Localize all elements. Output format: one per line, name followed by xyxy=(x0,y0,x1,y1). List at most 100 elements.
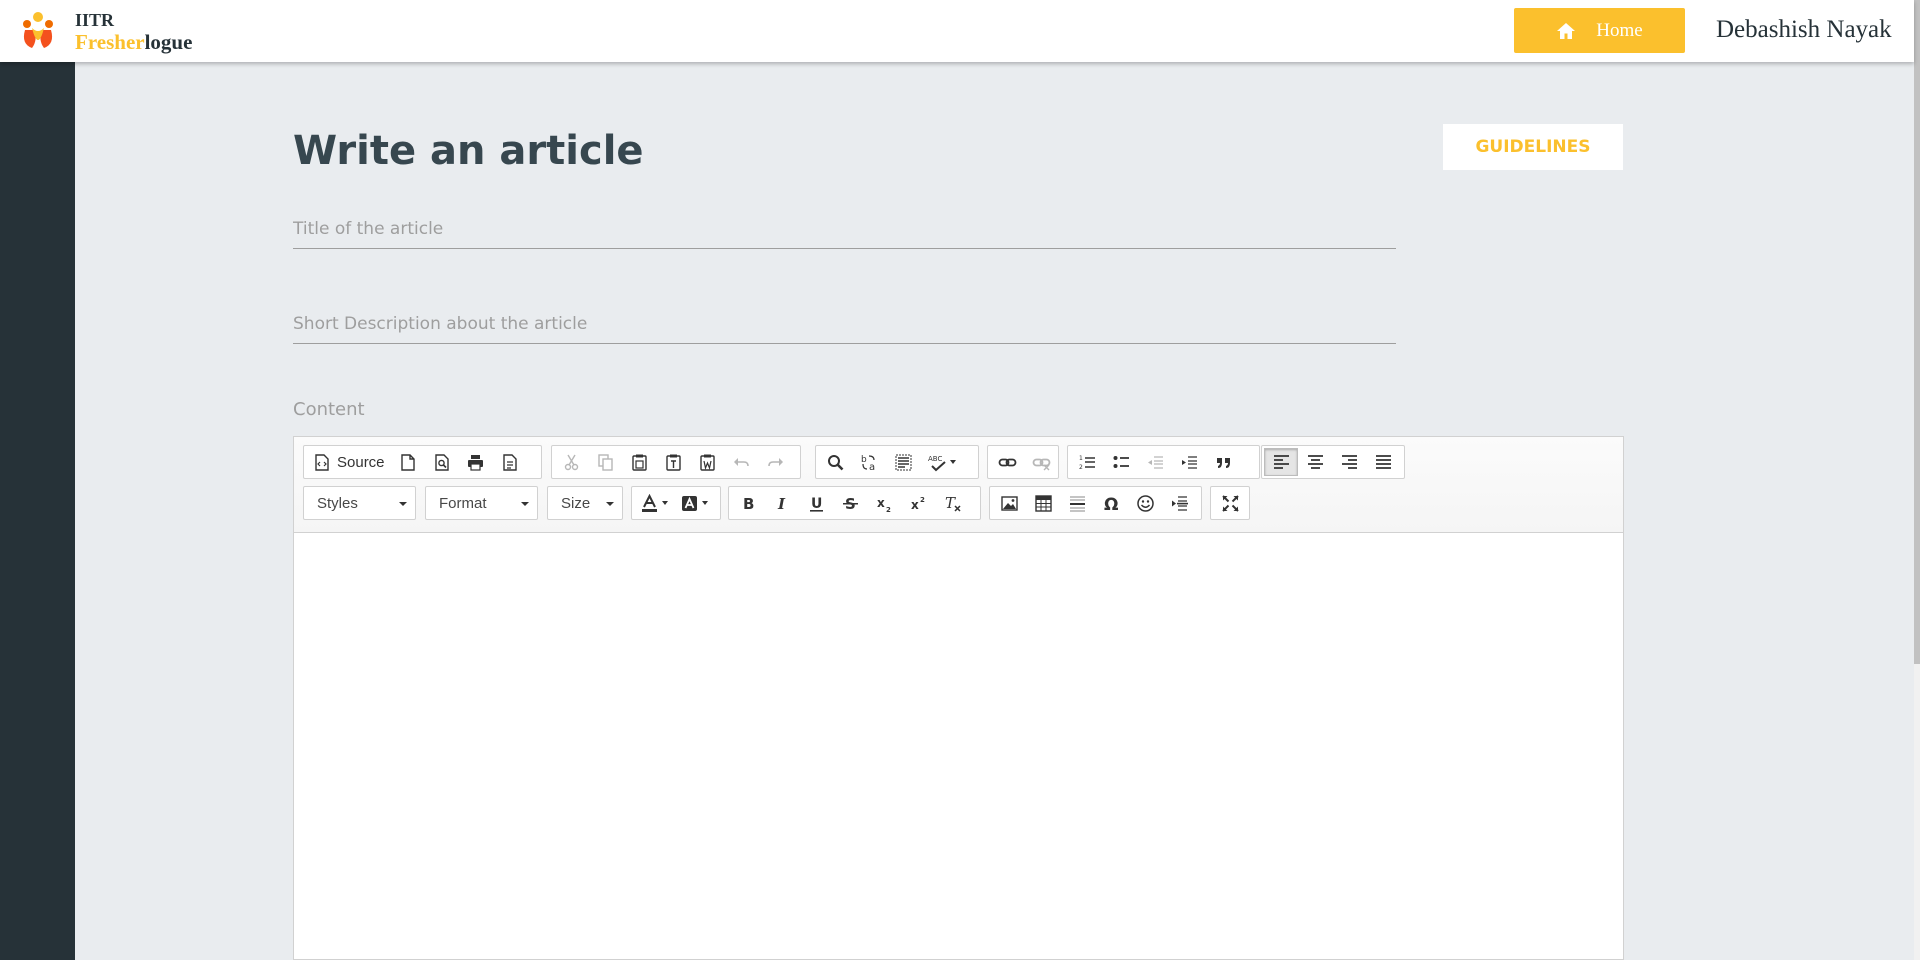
undo-icon xyxy=(733,457,749,466)
strikethrough-button[interactable]: S xyxy=(833,489,867,517)
chevron-down-icon xyxy=(606,502,614,506)
spellcheck-icon: ABC xyxy=(928,455,946,471)
paste-button[interactable] xyxy=(622,448,656,476)
outdent-button[interactable] xyxy=(1138,448,1172,476)
special-char-button[interactable]: Ω xyxy=(1094,489,1128,517)
editor-content-area[interactable] xyxy=(294,533,1623,959)
smiley-button[interactable] xyxy=(1128,489,1162,517)
copy-button[interactable] xyxy=(588,448,622,476)
rich-text-editor: Source ba ABC 12 Styles Format Size B I … xyxy=(293,436,1624,960)
svg-text:1: 1 xyxy=(1079,455,1083,462)
svg-text:b: b xyxy=(861,455,867,465)
redo-icon xyxy=(767,457,783,466)
justify-icon xyxy=(1375,454,1391,469)
paste-icon xyxy=(631,454,647,471)
link-icon xyxy=(998,458,1016,466)
undo-button[interactable] xyxy=(724,448,758,476)
alignment-group xyxy=(1261,445,1405,479)
horizontal-line-icon xyxy=(1069,496,1085,511)
colors-group xyxy=(631,486,721,520)
bold-button[interactable]: B xyxy=(731,489,765,517)
paste-text-button[interactable] xyxy=(656,448,690,476)
numbered-list-button[interactable]: 12 xyxy=(1070,448,1104,476)
clipboard-group xyxy=(551,445,801,479)
underline-icon: U xyxy=(809,496,823,512)
preview-button[interactable] xyxy=(425,448,459,476)
paste-text-icon xyxy=(665,454,681,471)
sidebar xyxy=(0,62,75,960)
align-right-button[interactable] xyxy=(1332,448,1366,476)
chevron-down-icon xyxy=(399,502,407,506)
print-button[interactable] xyxy=(459,448,493,476)
align-center-button[interactable] xyxy=(1298,448,1332,476)
page-scrollbar[interactable] xyxy=(1914,0,1920,960)
svg-text:B: B xyxy=(743,495,754,513)
copy-icon xyxy=(597,453,613,471)
italic-button[interactable]: I xyxy=(765,489,799,517)
align-left-icon xyxy=(1273,454,1289,469)
bold-icon: B xyxy=(743,495,754,513)
new-page-button[interactable] xyxy=(391,448,425,476)
text-color-button[interactable] xyxy=(634,489,674,517)
select-all-button[interactable] xyxy=(886,448,920,476)
link-button[interactable] xyxy=(990,448,1024,476)
bulleted-list-button[interactable] xyxy=(1104,448,1138,476)
guidelines-button[interactable]: GUIDELINES xyxy=(1443,124,1623,170)
select-all-icon xyxy=(895,454,911,470)
cut-button[interactable] xyxy=(554,448,588,476)
brand-name-line1: IITR xyxy=(75,10,115,30)
horizontal-line-button[interactable] xyxy=(1060,489,1094,517)
svg-text:2: 2 xyxy=(886,506,891,513)
justify-button[interactable] xyxy=(1366,448,1400,476)
scrollbar-thumb[interactable] xyxy=(1914,0,1920,664)
unlink-icon xyxy=(1032,458,1050,470)
find-button[interactable] xyxy=(818,448,852,476)
numbered-list-icon: 12 xyxy=(1079,455,1095,471)
size-dropdown[interactable]: Size xyxy=(547,486,623,520)
text-color-icon xyxy=(642,493,657,512)
background-color-button[interactable] xyxy=(674,489,714,517)
svg-text:Ω: Ω xyxy=(1104,495,1118,513)
blockquote-button[interactable] xyxy=(1206,448,1240,476)
table-button[interactable] xyxy=(1026,489,1060,517)
blockquote-icon xyxy=(1216,457,1230,468)
content-label: Content xyxy=(293,399,365,420)
source-button[interactable]: Source xyxy=(306,448,391,476)
new-page-icon xyxy=(401,453,415,471)
source-icon xyxy=(315,453,329,471)
home-button[interactable]: Home xyxy=(1514,8,1685,53)
brand-name-line2: Fresherlogue xyxy=(75,30,192,55)
links-group xyxy=(987,445,1059,479)
paste-word-button[interactable] xyxy=(690,448,724,476)
tools-group xyxy=(1210,486,1250,520)
image-icon xyxy=(1000,495,1018,511)
indent-button[interactable] xyxy=(1172,448,1206,476)
redo-button[interactable] xyxy=(758,448,792,476)
templates-button[interactable] xyxy=(493,448,527,476)
format-dropdown[interactable]: Format xyxy=(425,486,538,520)
maximize-button[interactable] xyxy=(1213,489,1247,517)
article-description-input[interactable] xyxy=(293,304,1396,344)
remove-format-button[interactable]: T xyxy=(935,489,969,517)
insert-group: Ω xyxy=(989,486,1202,520)
page-break-button[interactable] xyxy=(1162,489,1196,517)
replace-button[interactable]: ba xyxy=(852,448,886,476)
align-left-button[interactable] xyxy=(1264,448,1298,476)
image-button[interactable] xyxy=(992,489,1026,517)
remove-format-icon: T xyxy=(945,494,961,512)
subscript-button[interactable]: x2 xyxy=(867,489,901,517)
styles-dropdown[interactable]: Styles xyxy=(303,486,416,520)
user-name[interactable]: Debashish Nayak xyxy=(1716,16,1892,44)
maximize-icon xyxy=(1221,494,1239,512)
underline-button[interactable]: U xyxy=(799,489,833,517)
svg-text:U: U xyxy=(811,496,822,512)
align-center-icon xyxy=(1307,454,1323,469)
cut-icon xyxy=(564,454,578,470)
unlink-button[interactable] xyxy=(1024,448,1058,476)
spellcheck-button[interactable]: ABC xyxy=(920,448,964,476)
fresherlogue-logo-icon[interactable] xyxy=(18,10,58,52)
brand-accent-text: Fresher xyxy=(75,30,145,54)
article-title-input[interactable] xyxy=(293,209,1396,249)
superscript-button[interactable]: x2 xyxy=(901,489,935,517)
top-navbar: IITR Fresherlogue Home Debashish Nayak xyxy=(0,0,1914,62)
